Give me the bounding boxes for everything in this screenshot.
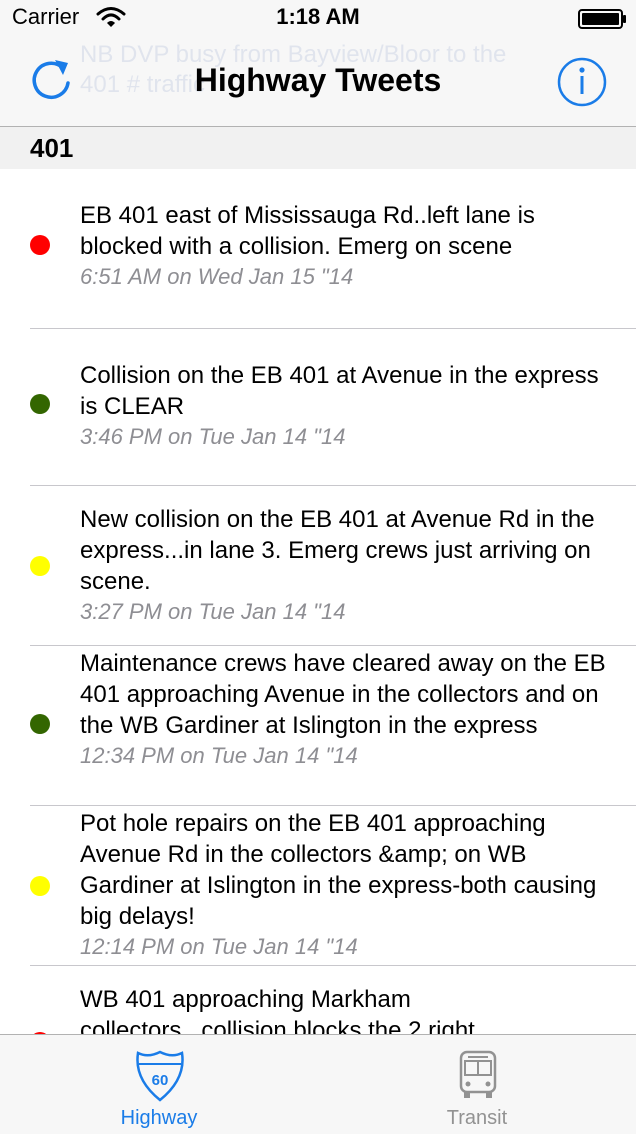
status-time: 1:18 AM xyxy=(276,4,360,29)
tweet-row[interactable]: Collision on the EB 401 at Avenue in the… xyxy=(0,326,636,486)
section-header: 401 xyxy=(0,127,636,169)
status-yellow-dot xyxy=(30,876,50,896)
bus-icon xyxy=(459,1050,497,1098)
tweet-text: WB 401 approaching Markham collectors...… xyxy=(80,986,475,1034)
tweet-time: 12:34 PM on Tue Jan 14 "14 xyxy=(80,743,358,768)
battery-icon xyxy=(578,9,626,29)
status-red-dot xyxy=(30,235,50,255)
tweet-row[interactable]: EB 401 east of Mississauga Rd..left lane… xyxy=(0,169,636,329)
tweet-text: Maintenance crews have cleared away on t… xyxy=(80,650,606,739)
tweet-time: 12:14 PM on Tue Jan 14 "14 xyxy=(80,934,358,959)
svg-text:60: 60 xyxy=(152,1072,169,1089)
tab-bar: 60 Highway Transit xyxy=(0,1034,636,1134)
tweet-row[interactable]: New collision on the EB 401 at Avenue Rd… xyxy=(0,486,636,646)
tweet-time: 6:51 AM on Wed Jan 15 "14 xyxy=(80,264,354,289)
tweet-time: 3:46 PM on Tue Jan 14 "14 xyxy=(80,424,346,449)
status-bar: Carrier 1:18 AM xyxy=(0,0,636,40)
highway-shield-icon: 60 xyxy=(136,1050,184,1102)
tab-transit-label: Transit xyxy=(446,1107,508,1129)
info-icon[interactable] xyxy=(556,56,608,108)
nav-bar: Highway Tweets xyxy=(0,40,636,126)
tab-highway-label: Highway xyxy=(120,1107,198,1129)
section-title: 401 xyxy=(30,133,74,163)
navigation-bar: NB DVP busy from Bayview/Bloor to the 40… xyxy=(0,0,636,127)
tweet-text: New collision on the EB 401 at Avenue Rd… xyxy=(80,506,595,595)
tweet-text: Collision on the EB 401 at Avenue in the… xyxy=(80,362,599,420)
tweets-table[interactable]: EB 401 east of Mississauga Rd..left lane… xyxy=(0,169,636,1034)
tweet-row[interactable]: Maintenance crews have cleared away on t… xyxy=(0,646,636,806)
tweet-text: EB 401 east of Mississauga Rd..left lane… xyxy=(80,202,535,260)
tab-highway[interactable]: 60 Highway xyxy=(0,1035,318,1134)
tweet-text: Pot hole repairs on the EB 401 approachi… xyxy=(80,810,597,930)
status-green-dot xyxy=(30,714,50,734)
status-yellow-dot xyxy=(30,556,50,576)
page-title: Highway Tweets xyxy=(194,62,442,98)
status-green-dot xyxy=(30,394,50,414)
tab-transit[interactable]: Transit xyxy=(318,1035,636,1134)
tweet-row[interactable]: Pot hole repairs on the EB 401 approachi… xyxy=(0,806,636,966)
tweet-row[interactable]: WB 401 approaching Markham collectors...… xyxy=(0,966,636,1034)
tweet-time: 3:27 PM on Tue Jan 14 "14 xyxy=(80,599,346,624)
